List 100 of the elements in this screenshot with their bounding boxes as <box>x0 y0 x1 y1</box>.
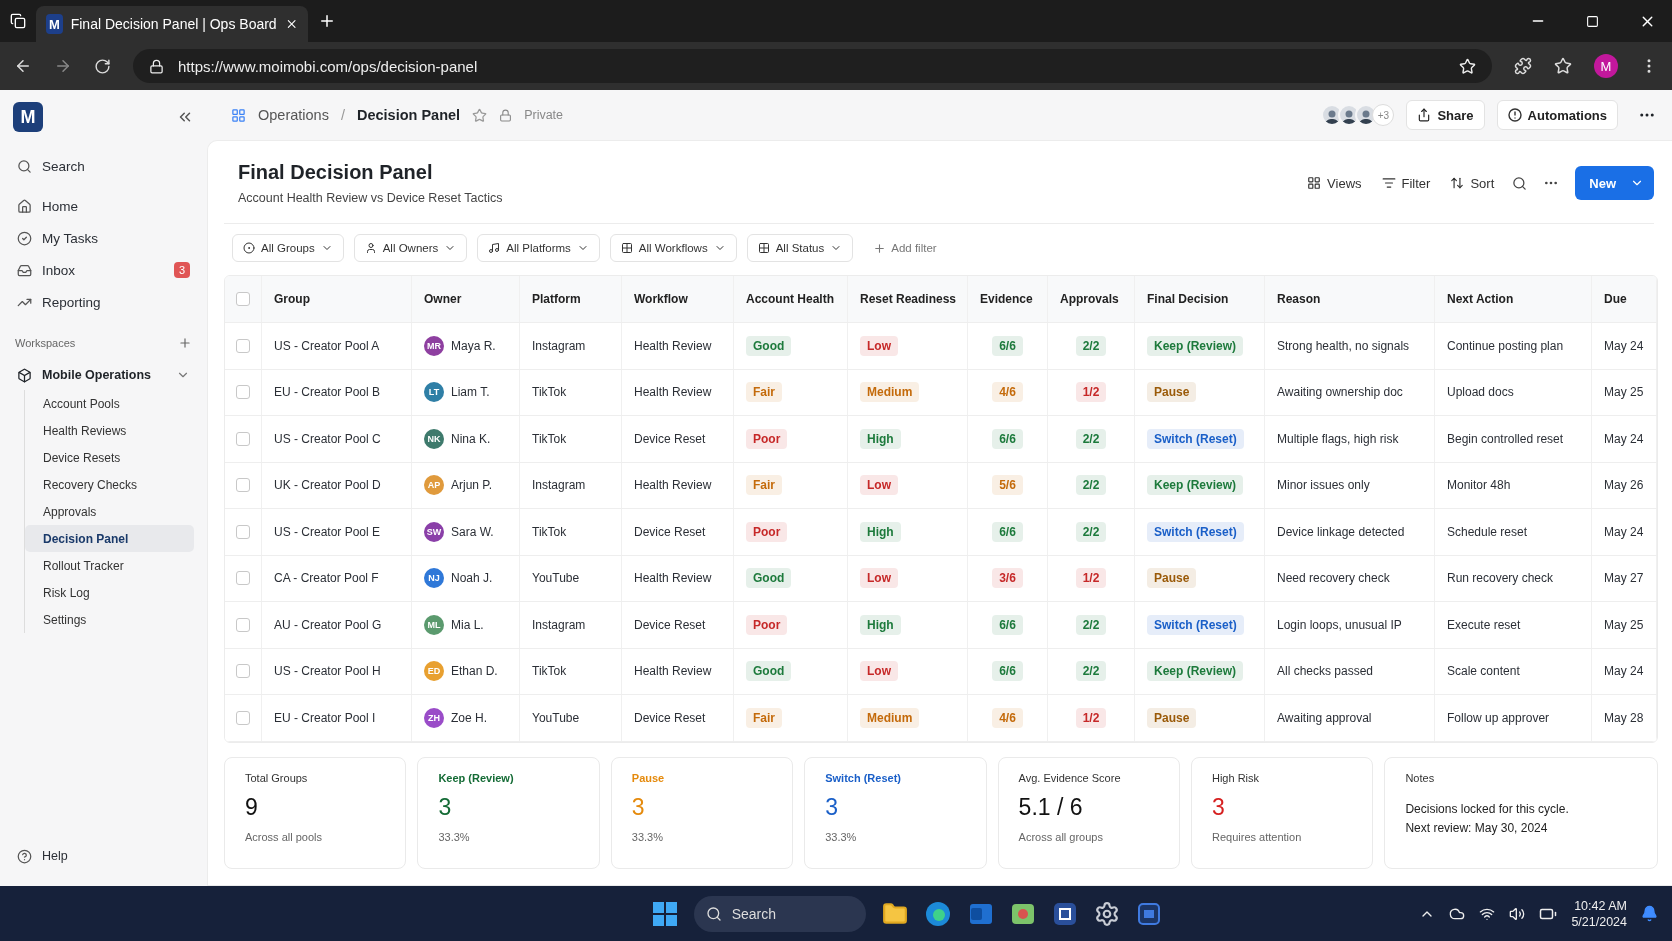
toolbar-button[interactable]: Sort <box>1440 175 1505 191</box>
column-header[interactable]: Group <box>274 292 310 306</box>
card-value: 5.1 / 6 <box>1018 793 1084 821</box>
workspace-item[interactable]: Mobile Operations <box>13 360 194 390</box>
nav-item[interactable]: Search <box>13 150 194 182</box>
status-badge: 2/2 <box>1075 428 1107 449</box>
sidebar-item[interactable]: Health Reviews <box>25 417 194 444</box>
toolbar-button[interactable]: Views <box>1297 175 1372 191</box>
grid-icon <box>620 242 633 254</box>
new-tab-icon[interactable] <box>318 12 336 30</box>
owner-name: Arjun P. <box>451 478 493 493</box>
nav-item[interactable]: My Tasks <box>13 222 194 254</box>
nav-item[interactable]: Inbox 3 <box>13 254 194 286</box>
checkbox[interactable] <box>236 338 250 353</box>
status-badge: Fair <box>746 707 782 728</box>
column-header[interactable]: Approvals <box>1060 292 1119 306</box>
folder-icon[interactable] <box>881 900 908 927</box>
table-cell: Schedule reset <box>1447 524 1528 539</box>
checkbox[interactable] <box>236 431 250 446</box>
forward-icon[interactable] <box>54 57 72 75</box>
sidebar-item[interactable]: Approvals <box>25 498 194 525</box>
filter-dropdown[interactable]: All Platforms <box>477 234 600 262</box>
table-cell: May 25 <box>1604 617 1644 632</box>
checkbox[interactable] <box>236 617 250 632</box>
windows-logo-icon[interactable] <box>651 900 678 927</box>
filter-dropdown[interactable]: All Groups <box>232 234 344 262</box>
page-title: Final Decision Panel <box>238 161 434 184</box>
column-header[interactable]: Final Decision <box>1147 292 1229 306</box>
settings-icon[interactable] <box>1093 900 1120 927</box>
checkbox[interactable] <box>236 710 250 725</box>
sidebar-item[interactable]: Rollout Tracker <box>25 552 194 579</box>
filter-dropdown[interactable]: All Owners <box>353 234 468 262</box>
checkbox[interactable] <box>236 664 250 679</box>
table-cell: May 27 <box>1604 571 1644 586</box>
table-cell: Upload docs <box>1447 385 1514 400</box>
extensions-icon[interactable] <box>1514 57 1532 75</box>
sidebar-item[interactable]: Settings <box>25 606 194 633</box>
column-header[interactable]: Reset Readiness <box>860 292 957 306</box>
table-cell: Health Review <box>634 338 712 353</box>
table-cell: May 28 <box>1604 710 1644 725</box>
status-badge: 6/6 <box>992 335 1023 356</box>
reload-icon[interactable] <box>94 57 111 75</box>
scan-app-icon[interactable] <box>1051 900 1078 927</box>
card-caption: Across all groups <box>1018 830 1104 843</box>
sidebar-item[interactable]: Risk Log <box>25 579 194 606</box>
sidebar-item[interactable]: Recovery Checks <box>25 471 194 498</box>
new-button[interactable]: New <box>1575 166 1654 200</box>
sidebar-item[interactable]: Account Pools <box>25 390 194 417</box>
column-header[interactable]: Evidence <box>980 292 1033 306</box>
sidebar-item[interactable]: Decision Panel <box>25 525 194 552</box>
column-header[interactable]: Account Health <box>746 292 834 306</box>
browser-icon[interactable] <box>923 899 952 928</box>
table-cell: US - Creator Pool C <box>274 431 381 446</box>
browser-tab[interactable]: M Final Decision Panel | Ops Board <box>36 6 308 42</box>
checkbox[interactable] <box>236 292 250 306</box>
checkbox[interactable] <box>236 571 250 586</box>
add-filter-button[interactable]: Add filter <box>863 241 947 255</box>
filter-dropdown[interactable]: All Status <box>746 234 854 262</box>
profile-avatar[interactable]: M <box>1594 54 1618 78</box>
checkbox[interactable] <box>236 478 250 493</box>
status-badge: 6/6 <box>992 614 1023 635</box>
app-icon[interactable] <box>1135 900 1162 927</box>
column-header[interactable]: Platform <box>532 292 581 306</box>
share-button[interactable]: Share <box>1406 100 1485 130</box>
search-icon[interactable] <box>1512 175 1528 191</box>
card-label: Switch (Reset) <box>825 771 902 784</box>
star-icon[interactable] <box>472 107 488 123</box>
help-link[interactable]: Help <box>13 840 194 872</box>
breadcrumb-link[interactable]: Operations <box>258 107 329 123</box>
breadcrumb-current: Decision Panel <box>356 107 461 123</box>
maximize-icon[interactable] <box>1586 14 1599 28</box>
column-header[interactable]: Due <box>1604 292 1627 306</box>
favorites-icon[interactable] <box>1554 57 1572 75</box>
column-header[interactable]: Owner <box>424 292 462 306</box>
status-badge: 6/6 <box>992 428 1023 449</box>
back-icon[interactable] <box>14 57 32 75</box>
filter-dropdown[interactable]: All Workflows <box>609 234 737 262</box>
notification-icon[interactable] <box>1641 905 1658 922</box>
search-icon <box>17 158 32 174</box>
checkbox[interactable] <box>236 385 250 400</box>
owner-avatar: ED <box>424 661 444 682</box>
inbox-icon <box>17 262 32 278</box>
nav-item[interactable]: Reporting <box>13 286 194 318</box>
column-header[interactable]: Next Action <box>1447 292 1514 306</box>
sidebar-item[interactable]: Device Resets <box>25 444 194 471</box>
owner-avatar: SW <box>424 521 444 542</box>
tab-actions-icon[interactable] <box>10 13 26 29</box>
board-icon <box>231 107 246 123</box>
column-header[interactable]: Reason <box>1277 292 1321 306</box>
address-bar[interactable]: https://www.moimobi.com/ops/decision-panel <box>133 49 1492 83</box>
checkbox[interactable] <box>236 524 250 539</box>
music-note-icon <box>488 242 501 254</box>
nav-item[interactable]: Home <box>13 190 194 222</box>
volume-icon[interactable] <box>1509 905 1526 922</box>
column-header[interactable]: Workflow <box>634 292 688 306</box>
status-badge: Medium <box>860 382 920 403</box>
status-badge: Fair <box>746 475 782 496</box>
toolbar-button[interactable]: Filter <box>1371 175 1441 191</box>
automations-button[interactable]: Automations <box>1496 100 1618 130</box>
taskbar-search[interactable]: Search <box>693 895 866 932</box>
